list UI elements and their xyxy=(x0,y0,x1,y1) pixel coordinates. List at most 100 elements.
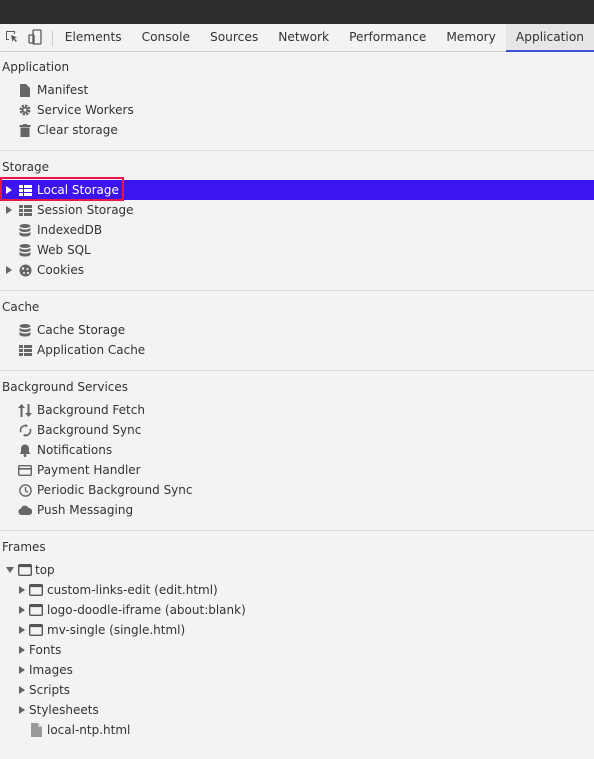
sidebar-item-indexeddb[interactable]: IndexedDB xyxy=(0,220,594,240)
frame-item-label: local-ntp.html xyxy=(47,723,131,737)
sidebar-item-label: Cookies xyxy=(37,263,84,277)
sidebar-item-background-fetch[interactable]: Background Fetch xyxy=(0,400,594,420)
frame-item-local-ntp[interactable]: local-ntp.html xyxy=(0,720,594,740)
toolbar-separator xyxy=(51,30,53,46)
trash-icon xyxy=(18,123,32,137)
expand-arrow-icon[interactable] xyxy=(18,623,26,637)
sidebar-item-web-sql[interactable]: Web SQL xyxy=(0,240,594,260)
frame-icon xyxy=(29,623,43,637)
frame-item-label: custom-links-edit (edit.html) xyxy=(47,583,218,597)
frame-item-custom-links-edit[interactable]: custom-links-edit (edit.html) xyxy=(0,580,594,600)
sidebar-item-clear-storage[interactable]: Clear storage xyxy=(0,120,594,140)
clock-icon xyxy=(18,483,32,497)
expand-arrow-icon[interactable] xyxy=(18,603,26,617)
sidebar-item-notifications[interactable]: Notifications xyxy=(0,440,594,460)
sidebar-item-payment-handler[interactable]: Payment Handler xyxy=(0,460,594,480)
sidebar-item-label: Web SQL xyxy=(37,243,91,257)
frame-item-label: Images xyxy=(29,663,73,677)
frame-item-label: mv-single (single.html) xyxy=(47,623,186,637)
sidebar-item-cookies[interactable]: Cookies xyxy=(0,260,594,280)
sidebar-item-periodic-background-sync[interactable]: Periodic Background Sync xyxy=(0,480,594,500)
expand-arrow-icon[interactable] xyxy=(18,683,26,697)
sidebar-item-background-sync[interactable]: Background Sync xyxy=(0,420,594,440)
expand-arrow-icon[interactable] xyxy=(5,203,13,217)
inspect-element-icon[interactable] xyxy=(4,29,19,45)
sidebar-item-label: Push Messaging xyxy=(37,503,134,517)
frame-item-logo-doodle-iframe[interactable]: logo-doodle-iframe (about:blank) xyxy=(0,600,594,620)
frame-item-label: Stylesheets xyxy=(29,703,99,717)
section-title-frames: Frames xyxy=(2,540,46,554)
section-title-background-services: Background Services xyxy=(2,380,129,394)
expand-arrow-icon[interactable] xyxy=(18,703,26,717)
frame-item-mv-single[interactable]: mv-single (single.html) xyxy=(0,620,594,640)
tab-memory[interactable]: Memory xyxy=(436,24,506,51)
frame-item-label: Fonts xyxy=(29,643,62,657)
sidebar-item-session-storage[interactable]: Session Storage xyxy=(0,200,594,220)
frame-item-label: Scripts xyxy=(29,683,71,697)
sidebar-item-label: Local Storage xyxy=(37,183,119,197)
tab-elements[interactable]: Elements xyxy=(61,24,132,51)
sync-icon xyxy=(18,423,32,437)
section-title-application: Application xyxy=(2,60,70,74)
frame-icon xyxy=(29,603,43,617)
expand-arrow-icon[interactable] xyxy=(18,663,26,677)
expand-arrow-icon[interactable] xyxy=(5,263,13,277)
updown-arrows-icon xyxy=(18,403,32,417)
frame-item-label: logo-doodle-iframe (about:blank) xyxy=(47,603,246,617)
sidebar-item-label: Application Cache xyxy=(37,343,146,357)
expand-arrow-icon[interactable] xyxy=(5,183,13,197)
sidebar-item-label: Background Fetch xyxy=(37,403,145,417)
table-icon xyxy=(18,183,32,197)
sidebar-item-local-storage[interactable]: Local Storage xyxy=(0,180,594,200)
sidebar-item-manifest[interactable]: Manifest xyxy=(0,80,594,100)
collapse-arrow-icon[interactable] xyxy=(5,563,15,577)
file-icon xyxy=(18,83,32,97)
tab-network[interactable]: Network xyxy=(268,24,339,51)
sidebar-item-application-cache[interactable]: Application Cache xyxy=(0,340,594,360)
sidebar-item-label: Cache Storage xyxy=(37,323,126,337)
sidebar-item-cache-storage[interactable]: Cache Storage xyxy=(0,320,594,340)
tab-sources[interactable]: Sources xyxy=(200,24,268,51)
sidebar-item-label: IndexedDB xyxy=(37,223,103,237)
sidebar-item-push-messaging[interactable]: Push Messaging xyxy=(0,500,594,520)
database-icon xyxy=(18,223,32,237)
section-title-storage: Storage xyxy=(2,160,49,174)
expand-arrow-icon[interactable] xyxy=(18,643,26,657)
cloud-icon xyxy=(18,503,32,517)
expand-arrow-icon[interactable] xyxy=(18,583,26,597)
window-titlebar xyxy=(0,0,594,24)
tab-performance[interactable]: Performance xyxy=(339,24,436,51)
sidebar-item-label: Service Workers xyxy=(37,103,134,117)
sidebar-item-label: Manifest xyxy=(37,83,89,97)
device-toolbar-icon[interactable] xyxy=(27,29,42,45)
devtools-tabbar: Elements Console Sources Network Perform… xyxy=(0,24,594,52)
gear-icon xyxy=(18,103,32,117)
sidebar-item-label: Payment Handler xyxy=(37,463,141,477)
sidebar-item-label: Session Storage xyxy=(37,203,134,217)
frame-item-top[interactable]: top xyxy=(0,560,594,580)
frame-icon xyxy=(29,583,43,597)
table-icon xyxy=(18,203,32,217)
table-icon xyxy=(18,343,32,357)
section-divider xyxy=(0,290,594,291)
frame-item-scripts[interactable]: Scripts xyxy=(0,680,594,700)
section-title-cache: Cache xyxy=(2,300,40,314)
sidebar-item-label: Background Sync xyxy=(37,423,142,437)
tab-console[interactable]: Console xyxy=(132,24,200,51)
sidebar-item-label: Clear storage xyxy=(37,123,118,137)
frame-item-stylesheets[interactable]: Stylesheets xyxy=(0,700,594,720)
section-divider xyxy=(0,530,594,531)
frame-item-label: top xyxy=(35,563,55,577)
section-divider xyxy=(0,150,594,151)
database-icon xyxy=(18,323,32,337)
section-divider xyxy=(0,370,594,371)
sidebar-item-label: Periodic Background Sync xyxy=(37,483,193,497)
cookie-icon xyxy=(18,263,32,277)
tab-application[interactable]: Application xyxy=(505,24,594,52)
file-icon xyxy=(29,723,43,737)
frame-item-images[interactable]: Images xyxy=(0,660,594,680)
sidebar-item-service-workers[interactable]: Service Workers xyxy=(0,100,594,120)
frame-item-fonts[interactable]: Fonts xyxy=(0,640,594,660)
card-icon xyxy=(18,463,32,477)
sidebar-item-label: Notifications xyxy=(37,443,113,457)
